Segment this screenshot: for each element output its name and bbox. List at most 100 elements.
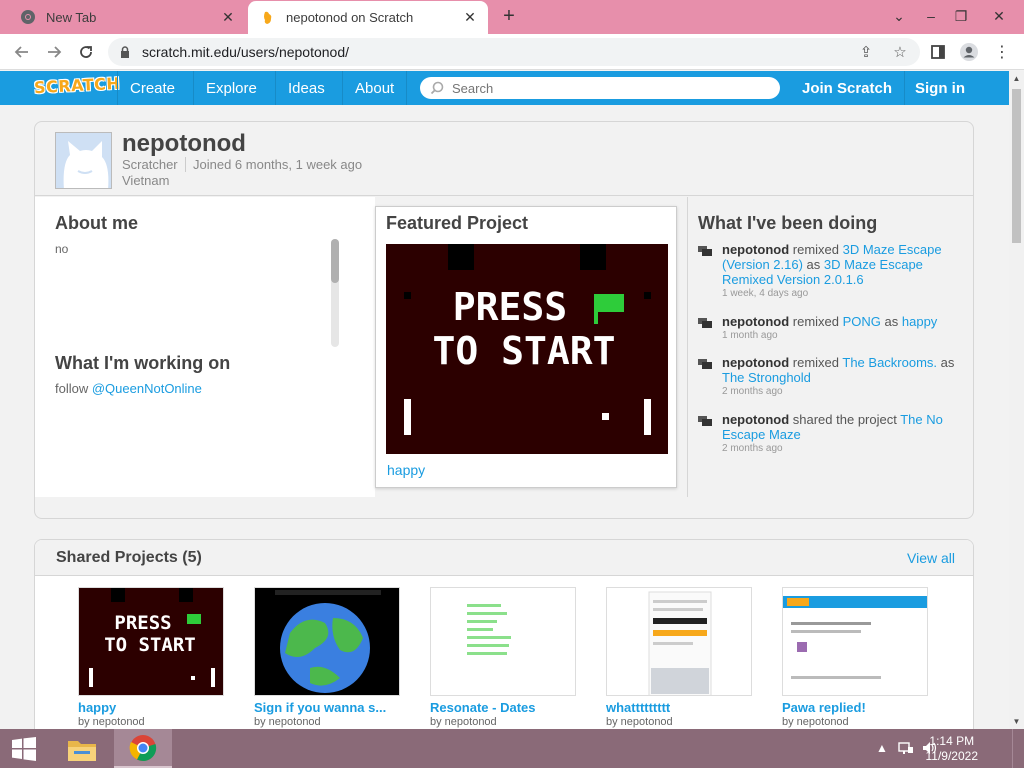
nav-about[interactable]: About xyxy=(342,71,408,105)
project-title-link[interactable]: whattttttttt xyxy=(606,700,752,715)
profile-username: nepotonod xyxy=(122,130,246,157)
activity-mid: as xyxy=(802,257,824,272)
activity-item: nepotonod remixed PONG as happy 1 month … xyxy=(698,314,958,344)
join-scratch-link[interactable]: Join Scratch xyxy=(802,71,892,105)
show-desktop-button[interactable] xyxy=(1012,729,1024,768)
featured-project-thumbnail[interactable]: PRESS TO START xyxy=(386,244,668,454)
scroll-down-icon[interactable]: ▼ xyxy=(1012,717,1021,726)
project-title-link[interactable]: Sign if you wanna s... xyxy=(254,700,400,715)
tab-new-tab[interactable]: New Tab ✕ xyxy=(8,0,246,34)
nav-ideas[interactable]: Ideas xyxy=(275,71,337,105)
profile-icon[interactable] xyxy=(957,40,981,64)
profile-box: nepotonod Scratcher Joined 6 months, 1 w… xyxy=(34,121,974,519)
clock-date: 11/9/2022 xyxy=(925,749,979,763)
chrome-icon xyxy=(20,9,36,25)
lock-icon[interactable] xyxy=(120,46,134,58)
close-tab-icon[interactable]: ✕ xyxy=(460,8,480,28)
close-tab-icon[interactable]: ✕ xyxy=(218,7,238,27)
activity-target-link[interactable]: PONG xyxy=(843,314,881,329)
activity-user[interactable]: nepotonod xyxy=(722,412,789,427)
project-thumbnail[interactable]: PRESS TO START xyxy=(78,587,224,696)
profile-header: nepotonod Scratcher Joined 6 months, 1 w… xyxy=(35,122,973,196)
activity-item: nepotonod shared the project The No Esca… xyxy=(698,412,958,456)
featured-project-title: Featured Project xyxy=(386,213,529,233)
restore-icon[interactable]: ❐ xyxy=(946,4,976,28)
project-thumbnail[interactable] xyxy=(606,587,752,696)
chrome-taskbar-icon[interactable] xyxy=(114,729,172,768)
about-me-scrollbar[interactable] xyxy=(331,239,339,347)
show-hidden-icons-icon[interactable]: ▲ xyxy=(876,741,888,755)
page-scrollbar[interactable]: ▲ ▼ xyxy=(1009,71,1024,729)
project-title-link[interactable]: happy xyxy=(78,700,224,715)
about-me-title: About me xyxy=(55,213,138,233)
activity-verb: remixed xyxy=(789,314,843,329)
nav-create[interactable]: Create xyxy=(117,71,187,105)
side-panel-icon[interactable] xyxy=(926,40,950,64)
project-thumbnail[interactable] xyxy=(430,587,576,696)
avatar[interactable] xyxy=(55,132,112,189)
activity-text: nepotonod remixed PONG as happy xyxy=(722,314,962,329)
tab-scratch-profile[interactable]: nepotonod on Scratch ✕ xyxy=(248,1,488,34)
activity-target-link[interactable]: The Backrooms. xyxy=(842,355,937,370)
profile-country: Vietnam xyxy=(122,173,170,188)
activity-time: 2 months ago xyxy=(722,386,783,397)
scratch-logo[interactable]: SCRATCH xyxy=(34,74,121,97)
new-tab-button[interactable]: + xyxy=(498,6,520,28)
activity-text: nepotonod shared the project The No Esca… xyxy=(722,412,962,442)
activity-text: nepotonod remixed 3D Maze Escape (Versio… xyxy=(722,242,962,287)
profile-about-column: About me no What I'm working on follow @… xyxy=(35,197,375,497)
search-box[interactable] xyxy=(420,77,780,99)
project-card[interactable]: Sign if you wanna s... by nepotonod xyxy=(254,587,400,728)
project-thumbnail[interactable] xyxy=(782,587,928,696)
featured-project-link[interactable]: happy xyxy=(387,462,425,478)
project-card[interactable]: PRESS TO START happy by nepotonod xyxy=(78,587,224,728)
project-author: by nepotonod xyxy=(606,716,673,728)
reload-icon[interactable] xyxy=(74,40,98,64)
project-card[interactable]: Pawa replied! by nepotonod xyxy=(782,587,928,728)
scratch-favicon-icon xyxy=(260,10,276,26)
project-card[interactable]: whattttttttt by nepotonod xyxy=(606,587,752,728)
share-icon[interactable]: ⇪ xyxy=(856,42,876,62)
scrollbar-thumb[interactable] xyxy=(1012,89,1021,243)
activity-result-link[interactable]: happy xyxy=(902,314,937,329)
url-text: scratch.mit.edu/users/nepotonod/ xyxy=(142,44,350,60)
project-card[interactable]: Resonate - Dates by nepotonod xyxy=(430,587,576,728)
working-on-mention-link[interactable]: @QueenNotOnline xyxy=(92,381,202,396)
tab-search-icon[interactable]: ⌄ xyxy=(884,4,914,28)
clock-time: 1:14 PM xyxy=(929,734,975,748)
search-input[interactable] xyxy=(452,80,752,96)
minimize-icon[interactable]: – xyxy=(916,4,946,28)
tab-title: New Tab xyxy=(46,9,97,25)
shared-projects-box: Shared Projects (5) View all PRESS TO ST… xyxy=(34,539,974,739)
network-icon[interactable] xyxy=(898,741,914,758)
working-on-prefix: follow xyxy=(55,381,92,396)
bookmark-star-icon[interactable]: ☆ xyxy=(890,42,910,62)
activity-icon xyxy=(698,359,712,369)
working-on-text: follow @QueenNotOnline xyxy=(55,381,202,396)
activity-user[interactable]: nepotonod xyxy=(722,242,789,257)
menu-kebab-icon[interactable]: ⋮ xyxy=(990,40,1014,64)
nav-explore[interactable]: Explore xyxy=(193,71,269,105)
address-bar[interactable]: scratch.mit.edu/users/nepotonod/ ⇪ ☆ xyxy=(108,38,920,66)
taskbar-clock[interactable]: 1:14 PM 11/9/2022 xyxy=(926,734,979,764)
file-explorer-icon[interactable] xyxy=(60,729,104,768)
search-icon xyxy=(430,81,446,95)
view-all-link[interactable]: View all xyxy=(907,550,955,566)
activity-result-link[interactable]: The Stronghold xyxy=(722,370,811,385)
project-title-link[interactable]: Pawa replied! xyxy=(782,700,928,715)
activity-item: nepotonod remixed The Backrooms. as The … xyxy=(698,355,958,399)
project-title-link[interactable]: Resonate - Dates xyxy=(430,700,576,715)
activity-user[interactable]: nepotonod xyxy=(722,355,789,370)
back-icon[interactable] xyxy=(10,40,34,64)
forward-icon[interactable] xyxy=(42,40,66,64)
activity-time: 1 month ago xyxy=(722,330,778,341)
about-me-text: no xyxy=(55,242,69,256)
about-me-scroll-thumb[interactable] xyxy=(331,239,339,283)
activity-user[interactable]: nepotonod xyxy=(722,314,789,329)
project-thumbnail[interactable] xyxy=(254,587,400,696)
scroll-up-icon[interactable]: ▲ xyxy=(1012,74,1021,83)
activity-item: nepotonod remixed 3D Maze Escape (Versio… xyxy=(698,242,958,300)
sign-in-link[interactable]: Sign in xyxy=(904,71,965,105)
windows-start-icon[interactable] xyxy=(6,729,42,768)
close-window-icon[interactable]: ✕ xyxy=(984,4,1014,28)
